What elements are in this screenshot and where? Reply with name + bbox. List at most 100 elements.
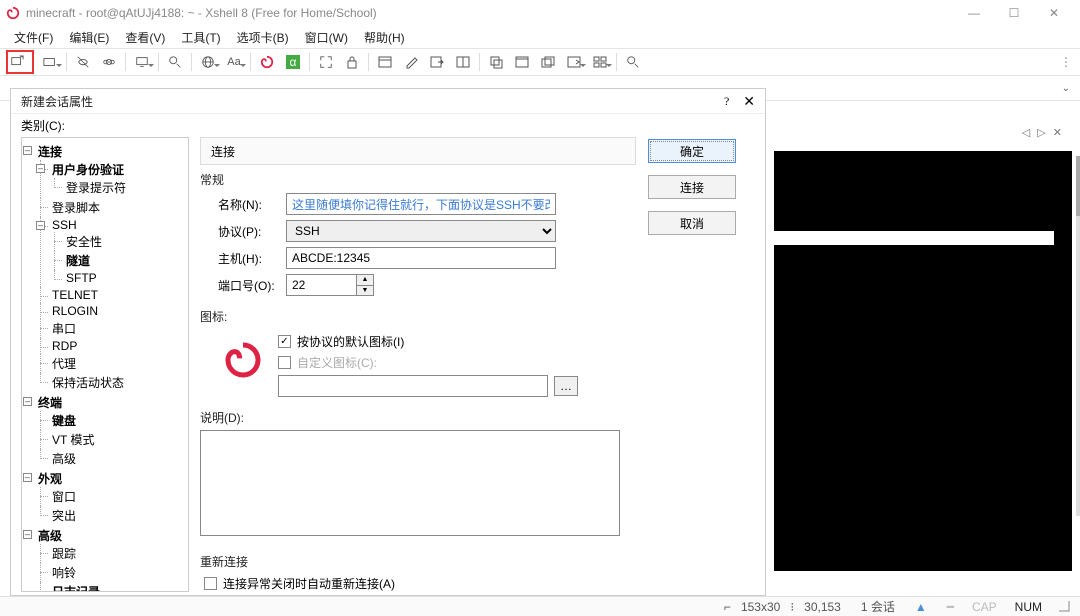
layout2-icon[interactable] [450,51,476,73]
tree-expander[interactable]: – [23,146,32,155]
green-badge-icon[interactable]: α [280,51,306,73]
dialog-help-button[interactable]: ? [724,94,729,109]
split-right-icon[interactable] [561,51,587,73]
tree-terminal[interactable]: 终端 [36,396,64,410]
tree-trace[interactable]: 跟踪 [50,547,78,561]
tree-window[interactable]: 窗口 [50,490,78,504]
protocol-select[interactable]: SSH [286,220,556,242]
menu-edit[interactable]: 编辑(E) [63,27,115,48]
category-tree[interactable]: –连接 –用户身份验证 登录提示符 登录脚本 –SSH 安全性 隧道 SFTP [21,137,189,592]
copy-icon[interactable] [483,51,509,73]
port-input[interactable] [286,274,356,296]
tree-serial[interactable]: 串口 [50,322,78,336]
tree-auth[interactable]: 用户身份验证 [50,163,126,177]
disconnect-icon[interactable] [70,51,96,73]
default-icon-checkbox[interactable] [278,335,291,348]
connect-button[interactable]: 连接 [648,175,736,199]
status-pos: 30,153 [804,600,841,614]
tree-keyboard[interactable]: 键盘 [50,414,78,428]
status-num: NUM [1015,600,1042,614]
tile-icon[interactable] [587,51,613,73]
toolbar: Aa α ⋮ [0,48,1080,76]
label-icon: 图标: [200,308,636,325]
new-session-icon[interactable] [4,51,30,73]
cancel-button[interactable]: 取消 [648,211,736,235]
fullscreen-icon[interactable] [313,51,339,73]
open-session-icon[interactable] [37,51,63,73]
window-icon[interactable] [509,51,535,73]
tree-login-script[interactable]: 登录脚本 [50,201,102,215]
panel-header: 连接 [200,137,636,165]
custom-icon-label: 自定义图标(C): [297,354,377,371]
monitor-icon[interactable] [129,51,155,73]
host-input[interactable] [286,247,556,269]
new-session-dialog: 新建会话属性 ? ✕ 类别(C): –连接 –用户身份验证 登录提示符 登录脚本… [10,88,766,596]
link-icon[interactable] [96,51,122,73]
tree-expander[interactable]: – [36,164,45,173]
addressbar-dropdown-icon[interactable]: ⌄ [1062,83,1070,94]
font-icon[interactable]: Aa [221,51,247,73]
menu-tabs[interactable]: 选项卡(B) [231,27,295,48]
browse-icon-button[interactable]: … [554,376,578,396]
tree-ssh[interactable]: SSH [50,218,79,232]
tree-tunnel[interactable]: 隧道 [64,254,92,268]
tree-rlogin[interactable]: RLOGIN [50,304,100,318]
tab-nav-arrows[interactable]: ◁ ▷ ✕ [1022,126,1064,139]
svg-text:α: α [290,55,297,69]
tree-highlight[interactable]: 突出 [50,509,78,523]
tree-sftp[interactable]: SFTP [64,271,99,285]
windows-icon[interactable] [535,51,561,73]
default-icon-label: 按协议的默认图标(I) [297,333,404,350]
tree-login-prompt[interactable]: 登录提示符 [64,181,128,195]
tree-expander[interactable]: – [23,530,32,539]
tree-expander[interactable]: – [36,221,45,230]
terminal-pane[interactable] [774,151,1072,571]
menu-tools[interactable]: 工具(T) [175,27,226,48]
description-textarea[interactable] [200,430,620,536]
menu-file[interactable]: 文件(F) [8,27,59,48]
section-general: 常规 [200,171,636,188]
window-minimize-button[interactable]: — [954,0,994,26]
search2-icon[interactable] [620,51,646,73]
tree-vtmode[interactable]: VT 模式 [50,433,96,447]
swirl-icon[interactable] [254,51,280,73]
toolbar-overflow-icon[interactable]: ⋮ [1056,55,1076,69]
auto-reconnect-checkbox[interactable] [204,577,217,590]
search-icon[interactable] [162,51,188,73]
dialog-close-button[interactable]: ✕ [743,93,755,110]
lock-icon[interactable] [339,51,365,73]
globe-icon[interactable] [195,51,221,73]
tree-proxy[interactable]: 代理 [50,357,78,371]
status-cursor-icon: ⁝ [790,600,794,614]
ok-button[interactable]: 确定 [648,139,736,163]
port-spinner[interactable]: ▲▼ [356,274,374,296]
terminal-scrollbar[interactable] [1076,156,1080,516]
tree-rdp[interactable]: RDP [50,339,79,353]
tree-advanced[interactable]: 高级 [50,452,78,466]
window-title: minecraft - root@qAtUJj4188: ~ - Xshell … [26,6,377,20]
menu-window[interactable]: 窗口(W) [299,27,354,48]
tree-connection[interactable]: 连接 [36,145,64,159]
menu-help[interactable]: 帮助(H) [358,27,411,48]
edit-icon[interactable] [398,51,424,73]
menu-view[interactable]: 查看(V) [119,27,171,48]
tree-advanced2[interactable]: 高级 [36,529,64,543]
name-input[interactable] [286,193,556,215]
tree-bell[interactable]: 响铃 [50,566,78,580]
export-icon[interactable] [424,51,450,73]
label-protocol: 协议(P): [200,223,286,240]
window-close-button[interactable]: ✕ [1034,0,1074,26]
section-reconnect: 重新连接 [200,553,636,570]
tree-logging[interactable]: 日志记录 [50,585,102,592]
tree-keepalive[interactable]: 保持活动状态 [50,376,126,390]
tree-telnet[interactable]: TELNET [50,288,100,302]
tree-expander[interactable]: – [23,473,32,482]
custom-icon-checkbox[interactable] [278,356,291,369]
tree-security[interactable]: 安全性 [64,235,104,249]
custom-icon-path [278,375,548,397]
tree-expander[interactable]: – [23,397,32,406]
layout1-icon[interactable] [372,51,398,73]
window-maximize-button[interactable]: ☐ [994,0,1034,26]
tree-appearance[interactable]: 外观 [36,472,64,486]
label-name: 名称(N): [200,196,286,213]
